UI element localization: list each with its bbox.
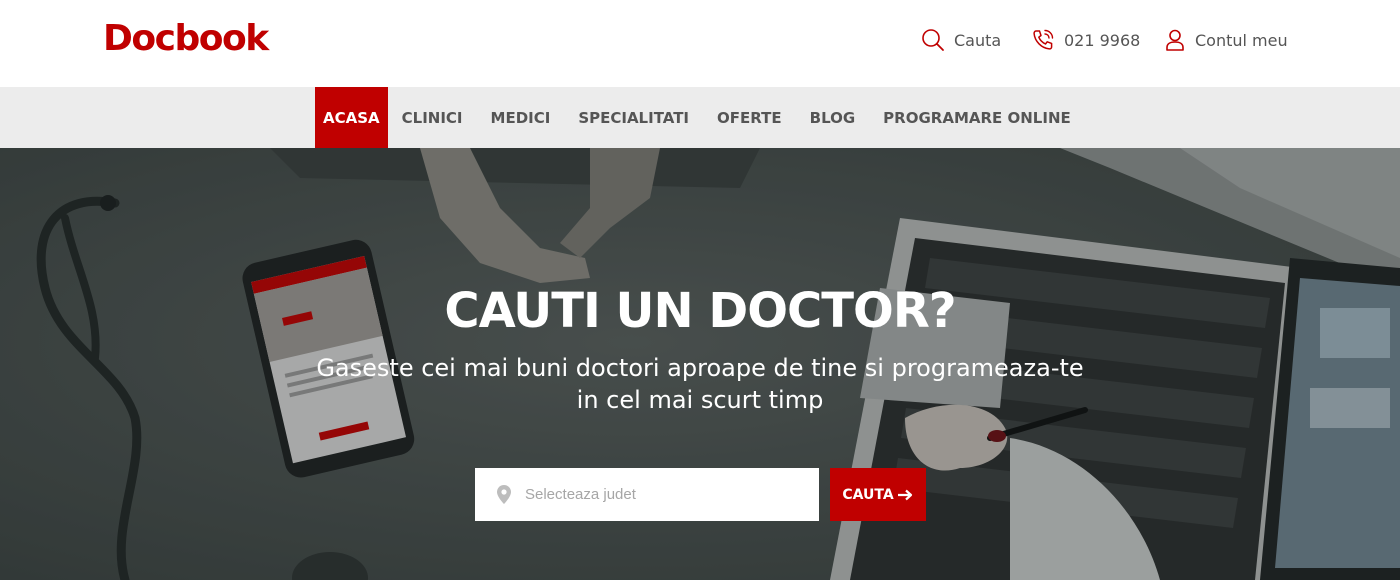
- nav-item-programare-online[interactable]: PROGRAMARE ONLINE: [869, 87, 1085, 148]
- nav-item-clinici[interactable]: CLINICI: [388, 87, 477, 148]
- header-phone-link[interactable]: 021 9968: [1031, 28, 1140, 52]
- arrow-right-icon: [897, 489, 912, 500]
- header-phone-number: 021 9968: [1064, 30, 1141, 50]
- hero-subtitle: Gaseste cei mai buni doctori aproape de …: [240, 352, 1160, 416]
- county-search-input[interactable]: [525, 479, 815, 510]
- nav-item-specialitati[interactable]: SPECIALITATI: [564, 87, 703, 148]
- header-account-label: Contul meu: [1195, 30, 1288, 50]
- nav-item-blog[interactable]: BLOG: [796, 87, 870, 148]
- main-navigation: ACASA CLINICI MEDICI SPECIALITATI OFERTE…: [0, 87, 1400, 148]
- user-icon: [1166, 29, 1184, 51]
- phone-icon: [1033, 29, 1054, 50]
- hero-subtitle-line-1: Gaseste cei mai buni doctori aproape de …: [316, 354, 1084, 382]
- hero-subtitle-line-2: in cel mai scurt timp: [576, 386, 824, 414]
- header-account-link[interactable]: Contul meu: [1164, 28, 1288, 52]
- search-button[interactable]: CAUTA: [830, 468, 926, 521]
- hero-title: CAUTI UN DOCTOR?: [444, 283, 956, 339]
- nav-list: ACASA CLINICI MEDICI SPECIALITATI OFERTE…: [315, 87, 1085, 148]
- header-search-label: Cauta: [954, 30, 1002, 50]
- location-pin-icon: [497, 485, 511, 504]
- nav-item-oferte[interactable]: OFERTE: [703, 87, 796, 148]
- county-search-field[interactable]: [475, 468, 819, 521]
- docbook-logo[interactable]: Docbook: [103, 17, 269, 61]
- hero-banner: CAUTI UN DOCTOR? Gaseste cei mai buni do…: [0, 148, 1400, 580]
- header-search-link[interactable]: Cauta: [921, 28, 1001, 52]
- site-header: Docbook Cauta 021 9968 Contul meu: [0, 0, 1400, 87]
- nav-item-medici[interactable]: MEDICI: [477, 87, 565, 148]
- search-button-label: CAUTA: [842, 486, 894, 503]
- search-icon: [922, 29, 944, 51]
- nav-item-acasa[interactable]: ACASA: [315, 87, 388, 148]
